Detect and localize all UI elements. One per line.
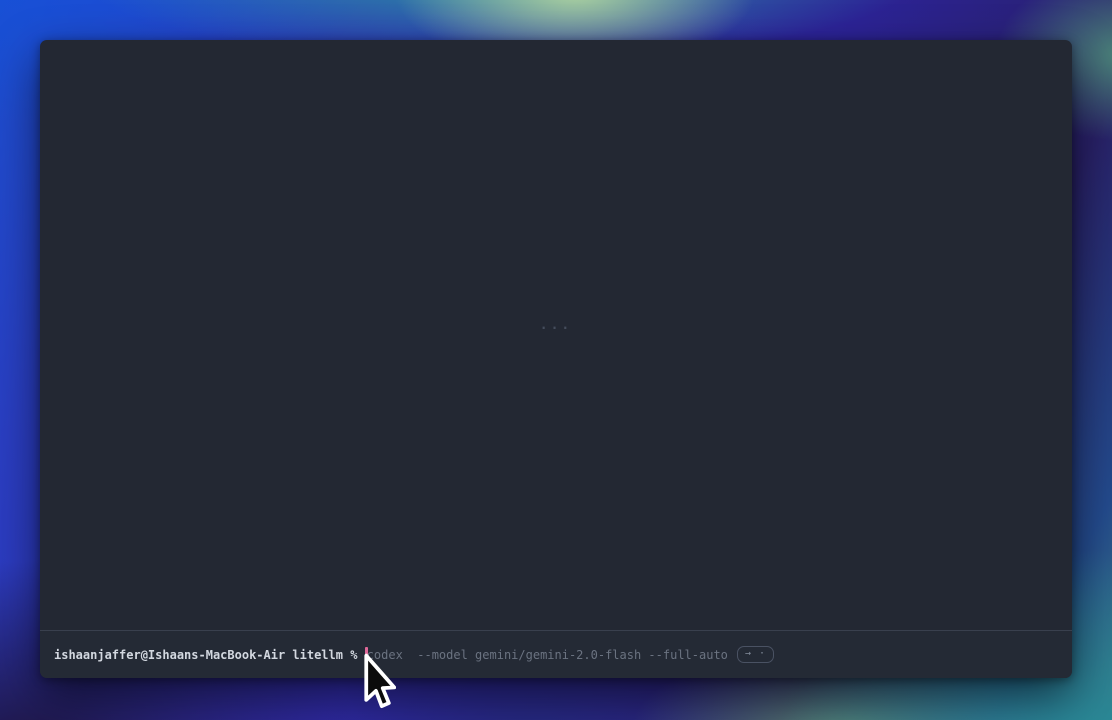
mouse-pointer-icon bbox=[362, 653, 396, 711]
terminal-input-line[interactable]: ishaanjaffer@Ishaans-MacBook-Air litellm… bbox=[40, 630, 1072, 678]
shell-prompt: ishaanjaffer@Ishaans-MacBook-Air litellm… bbox=[54, 647, 365, 663]
terminal-output-area: ... bbox=[40, 40, 1072, 630]
desktop: ... ishaanjaffer@Ishaans-MacBook-Air lit… bbox=[0, 0, 1112, 720]
right-arrow-key-icon: → · bbox=[745, 648, 766, 659]
loading-indicator: ... bbox=[40, 318, 1072, 333]
accept-suggestion-hint-badge: → · bbox=[737, 646, 774, 663]
autosuggestion-text: codex --model gemini/gemini-2.0-flash --… bbox=[367, 647, 728, 663]
terminal-window[interactable]: ... ishaanjaffer@Ishaans-MacBook-Air lit… bbox=[40, 40, 1072, 678]
